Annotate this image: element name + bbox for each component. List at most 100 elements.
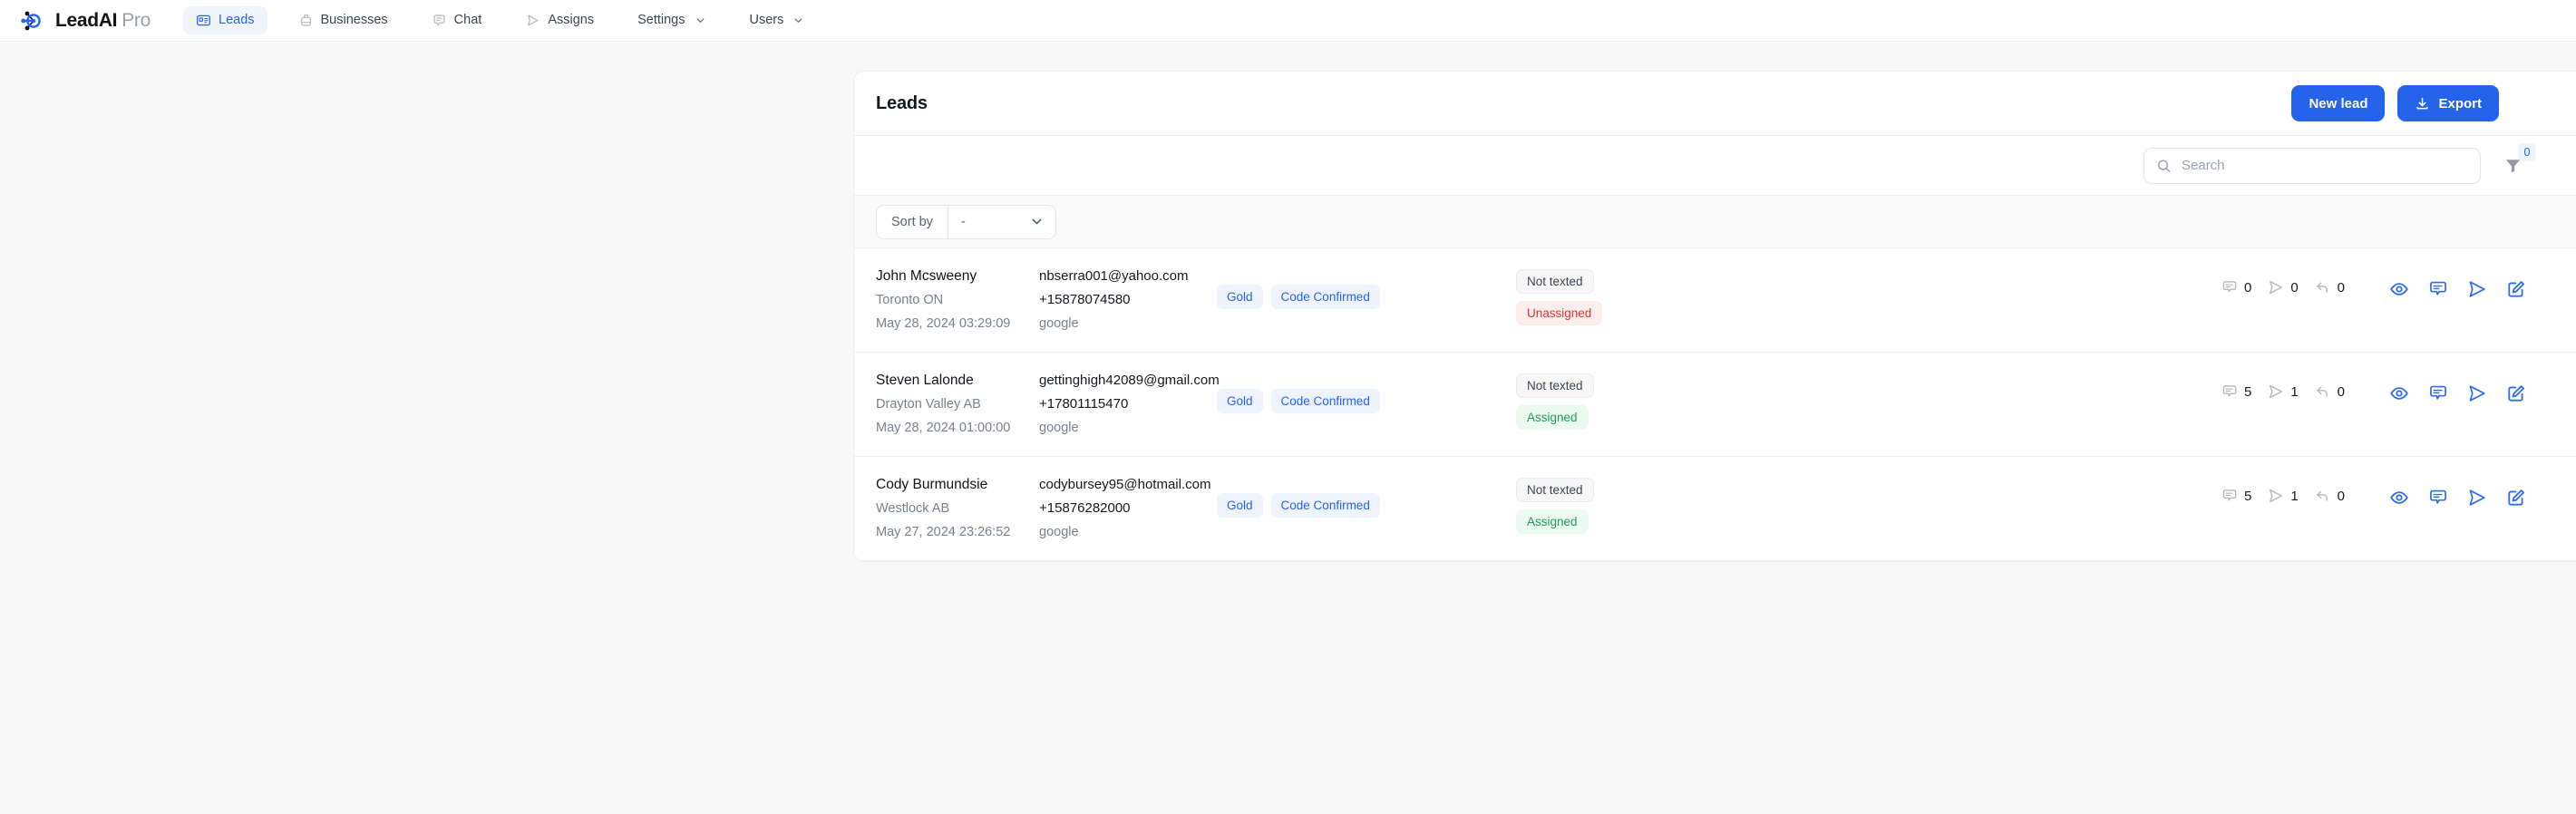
- lead-identity-cell: Steven Lalonde Drayton Valley AB May 28,…: [876, 372, 1039, 437]
- send-icon: [2270, 280, 2283, 295]
- send-icon[interactable]: [2467, 279, 2487, 299]
- nav-item-leads[interactable]: Leads: [183, 6, 267, 34]
- chat-bubble-icon[interactable]: [2428, 488, 2448, 508]
- lead-counter-value: 0: [2337, 383, 2345, 400]
- nav-item-chat[interactable]: Chat: [419, 6, 495, 34]
- nav-item-chat-label: Chat: [453, 13, 482, 28]
- chat-bubble-icon: [2222, 489, 2237, 501]
- eye-icon[interactable]: [2389, 488, 2409, 508]
- assign-status-badge: Assigned: [1516, 509, 1589, 534]
- lead-counter: 0: [2315, 383, 2345, 400]
- lead-counter-value: 5: [2243, 383, 2252, 400]
- lead-source: google: [1039, 316, 1079, 331]
- main-nav-list: Leads Businesses Chat Assigns Settings U…: [183, 6, 817, 34]
- leads-card-header: Leads New lead Export: [854, 72, 2576, 136]
- filter-button[interactable]: 0: [2497, 142, 2536, 181]
- lead-counter: 1: [2268, 383, 2299, 400]
- lead-location: Westlock AB: [876, 501, 950, 516]
- lead-row-actions: [2389, 476, 2526, 508]
- briefcase-icon: [300, 14, 311, 26]
- lead-tag: Code Confirmed: [1270, 389, 1380, 413]
- edit-pencil-icon[interactable]: [2506, 488, 2526, 508]
- search-field-wrapper: [2143, 147, 2481, 184]
- lead-source: google: [1039, 525, 1079, 539]
- nav-item-settings[interactable]: Settings: [625, 7, 718, 34]
- page-body: Leads New lead Export Search 0 Sort by -…: [0, 42, 2576, 814]
- lead-counter: 5: [2221, 383, 2251, 400]
- lead-counter-value: 5: [2243, 488, 2252, 504]
- lead-email: nbserra001@yahoo.com: [1039, 268, 1189, 284]
- text-status-badge: Not texted: [1516, 269, 1594, 294]
- chat-bubble-icon[interactable]: [2428, 383, 2448, 403]
- search-icon: [2157, 159, 2171, 172]
- chevron-down-icon: [795, 18, 802, 23]
- lead-name: Cody Burmundsie: [876, 477, 988, 492]
- search-toolbar: 0: [854, 136, 2576, 196]
- export-button[interactable]: Export: [2397, 85, 2499, 121]
- chevron-down-icon: [1032, 218, 1042, 225]
- lead-created-at: May 28, 2024 03:29:09: [876, 316, 1011, 331]
- send-icon[interactable]: [2467, 383, 2487, 403]
- new-lead-button-label: New lead: [2309, 95, 2368, 111]
- lead-counter: 0: [2315, 279, 2345, 296]
- nav-item-settings-label: Settings: [637, 13, 685, 28]
- search-input[interactable]: [2143, 147, 2481, 184]
- lead-tag: Gold: [1217, 493, 1263, 518]
- lead-row-actions: [2389, 267, 2526, 299]
- lead-identity-cell: John Mcsweeny Toronto ON May 28, 2024 03…: [876, 267, 1039, 333]
- nav-item-assigns[interactable]: Assigns: [512, 6, 607, 34]
- lead-counters: 0 0 0: [2221, 267, 2355, 296]
- lead-name: John Mcsweeny: [876, 268, 977, 284]
- chat-bubble-icon: [2222, 385, 2237, 397]
- lead-counters: 5 1 0: [2221, 476, 2355, 504]
- send-icon: [528, 15, 539, 26]
- leads-table-body: John Mcsweeny Toronto ON May 28, 2024 03…: [854, 248, 2576, 561]
- lead-counter-value: 0: [2290, 279, 2299, 296]
- id-card-icon: [197, 15, 210, 26]
- lead-status-cell: Not texted Assigned: [1516, 372, 1697, 430]
- lead-counter: 5: [2221, 488, 2251, 504]
- new-lead-button[interactable]: New lead: [2291, 85, 2386, 121]
- lead-email: gettinghigh42089@gmail.com: [1039, 373, 1220, 388]
- chat-bubble-icon[interactable]: [2428, 279, 2448, 299]
- download-icon: [2416, 97, 2429, 109]
- assign-status-badge: Unassigned: [1516, 301, 1603, 325]
- sort-by-select[interactable]: -: [948, 206, 1055, 238]
- nav-item-users[interactable]: Users: [737, 7, 818, 34]
- edit-pencil-icon[interactable]: [2506, 383, 2526, 403]
- lead-location: Drayton Valley AB: [876, 397, 981, 412]
- eye-icon[interactable]: [2389, 383, 2409, 403]
- sort-by-value: -: [960, 214, 966, 229]
- lead-counters: 5 1 0: [2221, 372, 2355, 400]
- lead-counter-value: 0: [2337, 279, 2345, 296]
- lead-contact-cell: nbserra001@yahoo.com +15878074580 google: [1039, 267, 1217, 333]
- send-icon: [2270, 384, 2283, 399]
- lead-status-cell: Not texted Unassigned: [1516, 267, 1697, 325]
- send-icon: [2270, 489, 2283, 503]
- assign-status-badge: Assigned: [1516, 405, 1589, 430]
- eye-icon[interactable]: [2389, 279, 2409, 299]
- lead-counter-value: 1: [2290, 383, 2299, 400]
- brand-name: LeadAI Pro: [55, 10, 151, 32]
- sort-by-label: Sort by: [877, 205, 948, 238]
- send-icon[interactable]: [2467, 488, 2487, 508]
- reply-arrow-icon: [2316, 490, 2328, 501]
- table-row[interactable]: Cody Burmundsie Westlock AB May 27, 2024…: [854, 457, 2576, 561]
- lead-counter: 0: [2315, 488, 2345, 504]
- lead-name: Steven Lalonde: [876, 373, 974, 388]
- chat-bubble-icon: [433, 15, 445, 26]
- lead-email: codybursey95@hotmail.com: [1039, 477, 1211, 492]
- table-row[interactable]: John Mcsweeny Toronto ON May 28, 2024 03…: [854, 248, 2576, 353]
- top-navigation-bar: LeadAI Pro Leads Businesses Chat Assigns…: [0, 0, 2576, 42]
- nav-item-businesses-label: Businesses: [320, 13, 388, 28]
- lead-tags-cell: Gold Code Confirmed: [1217, 372, 1516, 413]
- nav-item-businesses[interactable]: Businesses: [286, 6, 401, 34]
- lead-tag: Gold: [1217, 285, 1263, 309]
- table-row[interactable]: Steven Lalonde Drayton Valley AB May 28,…: [854, 353, 2576, 457]
- chevron-down-icon: [696, 18, 704, 23]
- text-status-badge: Not texted: [1516, 373, 1594, 398]
- reply-arrow-icon: [2316, 386, 2328, 397]
- brand-logo[interactable]: LeadAI Pro: [20, 7, 151, 34]
- edit-pencil-icon[interactable]: [2506, 279, 2526, 299]
- lead-tags-cell: Gold Code Confirmed: [1217, 476, 1516, 518]
